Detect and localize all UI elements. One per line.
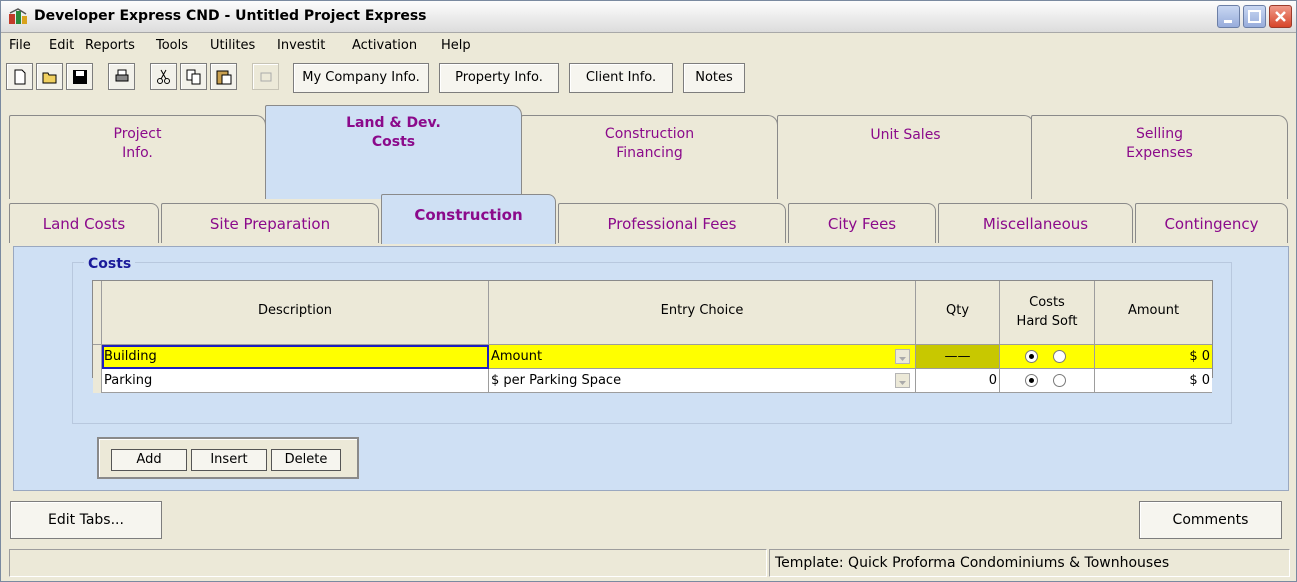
window-title: Developer Express CND - Untitled Project…: [34, 8, 427, 24]
sub-tab-row: Land Costs Site Preparation Construction…: [9, 194, 1289, 248]
open-folder-icon[interactable]: [36, 63, 63, 90]
row-indicator[interactable]: [93, 345, 102, 369]
header-hard-soft-label: Hard Soft: [1016, 314, 1078, 329]
menu-tools[interactable]: Tools: [156, 38, 188, 53]
property-info-button[interactable]: Property Info.: [439, 63, 559, 93]
status-template: Template: Quick Proforma Condominiums & …: [769, 549, 1290, 577]
hard-cost-radio[interactable]: [1025, 350, 1038, 363]
title-bar: Developer Express CND - Untitled Project…: [1, 1, 1296, 33]
row-indicator[interactable]: [93, 369, 102, 393]
main-tab-row: Project Info. Land & Dev. Costs Construc…: [9, 105, 1289, 199]
tab-construction[interactable]: Construction: [381, 194, 556, 244]
menu-edit[interactable]: Edit: [49, 38, 74, 53]
header-costs: Costs Hard Soft: [1000, 281, 1095, 345]
header-description: Description: [102, 281, 489, 345]
qty-cell[interactable]: ——: [916, 345, 1000, 369]
header-entry-choice: Entry Choice: [489, 281, 916, 345]
copy-icon[interactable]: [180, 63, 207, 90]
close-icon[interactable]: [1269, 5, 1292, 28]
tab-construction-financing[interactable]: Construction Financing: [521, 115, 778, 199]
header-amount: Amount: [1095, 281, 1212, 345]
status-bar: Template: Quick Proforma Condominiums & …: [9, 549, 1290, 577]
menu-investit[interactable]: Investit: [277, 38, 325, 53]
qty-cell[interactable]: 0: [916, 369, 1000, 393]
hard-cost-radio[interactable]: [1025, 374, 1038, 387]
print-icon[interactable]: [108, 63, 135, 90]
app-window: Developer Express CND - Untitled Project…: [0, 0, 1297, 582]
paste-icon[interactable]: [210, 63, 237, 90]
menu-file[interactable]: File: [9, 38, 31, 53]
delete-button[interactable]: Delete: [271, 449, 341, 471]
row-action-group: Add Insert Delete: [97, 437, 359, 479]
tab-contingency[interactable]: Contingency: [1135, 203, 1288, 243]
cut-icon[interactable]: [150, 63, 177, 90]
save-disk-icon[interactable]: [66, 63, 93, 90]
tab-city-fees[interactable]: City Fees: [788, 203, 936, 243]
tab-label: Land & Dev. Costs: [346, 115, 441, 150]
costs-grid: Description Entry Choice Qty Costs Hard …: [92, 280, 1213, 393]
table-row[interactable]: Building Amount —— $ 0: [93, 345, 1212, 369]
description-cell[interactable]: Building: [102, 345, 489, 369]
client-info-button[interactable]: Client Info.: [569, 63, 673, 93]
construction-panel: Costs Description Entry Choice Qty Costs…: [13, 246, 1289, 491]
table-row[interactable]: Parking $ per Parking Space 0 $ 0: [93, 369, 1212, 393]
tab-selling-expenses[interactable]: Selling Expenses: [1031, 115, 1288, 199]
my-company-info-button[interactable]: My Company Info.: [293, 63, 429, 93]
maximize-icon[interactable]: [1243, 5, 1266, 28]
menu-help[interactable]: Help: [441, 38, 471, 53]
chevron-down-icon[interactable]: [895, 373, 910, 388]
tab-site-preparation[interactable]: Site Preparation: [161, 203, 379, 243]
toolbar: My Company Info. Property Info. Client I…: [1, 59, 1296, 99]
soft-cost-radio[interactable]: [1053, 350, 1066, 363]
amount-cell[interactable]: $ 0: [1095, 345, 1212, 369]
entry-choice-select[interactable]: $ per Parking Space: [489, 369, 916, 393]
header-qty: Qty: [916, 281, 1000, 345]
insert-button[interactable]: Insert: [191, 449, 267, 471]
menu-utilites[interactable]: Utilites: [210, 38, 255, 53]
entry-choice-select[interactable]: Amount: [489, 345, 916, 369]
header-costs-label: Costs: [1029, 295, 1065, 310]
comments-button[interactable]: Comments: [1139, 501, 1282, 539]
entry-choice-value: $ per Parking Space: [491, 373, 622, 388]
new-document-icon[interactable]: [6, 63, 33, 90]
tab-professional-fees[interactable]: Professional Fees: [558, 203, 786, 243]
tab-label: Unit Sales: [870, 127, 941, 143]
add-button[interactable]: Add: [111, 449, 187, 471]
tab-miscellaneous[interactable]: Miscellaneous: [938, 203, 1133, 243]
cost-type-cell: [1000, 369, 1095, 393]
menu-reports[interactable]: Reports: [85, 38, 135, 53]
disabled-icon: [252, 63, 279, 90]
tab-label: Selling Expenses: [1126, 126, 1193, 161]
tab-unit-sales[interactable]: Unit Sales: [777, 115, 1034, 199]
grid-header: Description Entry Choice Qty Costs Hard …: [93, 281, 1212, 345]
chevron-down-icon[interactable]: [895, 349, 910, 364]
header-indicator: [93, 281, 102, 345]
app-logo-icon: [8, 8, 28, 26]
tab-land-dev-costs[interactable]: Land & Dev. Costs: [265, 105, 522, 199]
amount-cell[interactable]: $ 0: [1095, 369, 1212, 393]
tab-land-costs[interactable]: Land Costs: [9, 203, 159, 243]
minimize-icon[interactable]: [1217, 5, 1240, 28]
edit-tabs-button[interactable]: Edit Tabs...: [10, 501, 162, 539]
entry-choice-value: Amount: [491, 349, 543, 364]
tab-project-info[interactable]: Project Info.: [9, 115, 266, 199]
soft-cost-radio[interactable]: [1053, 374, 1066, 387]
tab-label: Project Info.: [113, 126, 162, 161]
menu-activation[interactable]: Activation: [352, 38, 417, 53]
costs-group-title: Costs: [84, 256, 136, 272]
description-cell[interactable]: Parking: [102, 369, 489, 393]
menu-bar: File Edit Reports Tools Utilites Investi…: [1, 34, 1296, 58]
status-left: [9, 549, 767, 577]
cost-type-cell: [1000, 345, 1095, 369]
notes-button[interactable]: Notes: [683, 63, 745, 93]
tab-label: Construction Financing: [604, 126, 695, 161]
